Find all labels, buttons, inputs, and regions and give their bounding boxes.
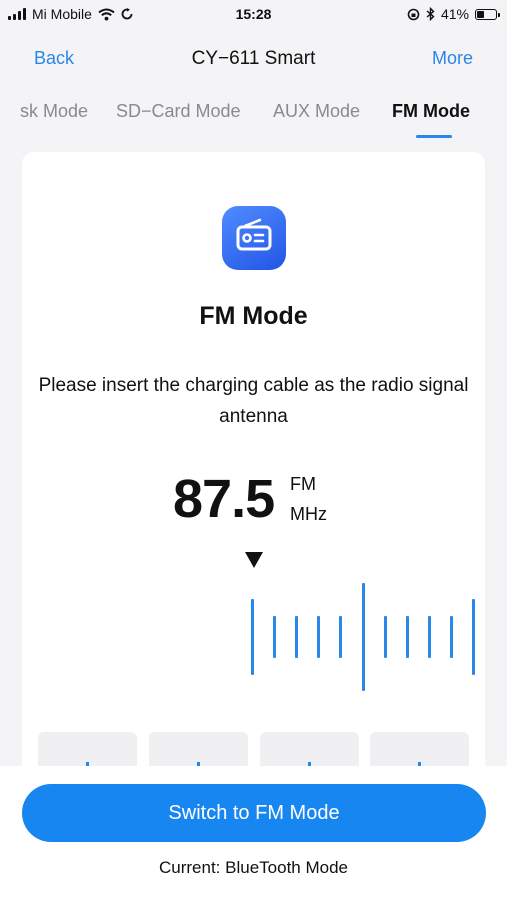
battery-percent: 41% xyxy=(440,6,469,22)
nav-bar: Back CY−611 Smart More xyxy=(0,36,507,82)
scale-tick xyxy=(362,583,365,691)
switch-mode-button[interactable]: Switch to FM Mode xyxy=(22,784,486,842)
scale-tick xyxy=(339,616,342,658)
frequency-value: 87.5 xyxy=(173,469,275,529)
status-bar: Mi Mobile 15:28 41% xyxy=(0,0,507,28)
mode-title: FM Mode xyxy=(199,302,308,330)
tab-fm-mode[interactable]: FM Mode xyxy=(392,101,470,122)
scale-tick xyxy=(317,616,320,658)
bluetooth-icon xyxy=(426,7,435,21)
frequency-band: FM xyxy=(290,474,316,494)
scale-tick xyxy=(251,599,254,675)
tab-sd-card-mode[interactable]: SD−Card Mode xyxy=(116,101,241,122)
tab-aux-mode[interactable]: AUX Mode xyxy=(273,101,360,122)
scale-tick xyxy=(472,599,475,675)
scale-tick xyxy=(273,616,276,658)
mode-tabs: sk Mode SD−Card Mode AUX Mode FM Mode xyxy=(0,94,507,138)
tuner-pointer-icon xyxy=(245,552,263,568)
page-title: CY−611 Smart xyxy=(191,48,316,69)
frequency-unit: MHz xyxy=(290,504,327,524)
radio-glyph xyxy=(236,218,272,251)
battery-icon xyxy=(475,8,500,20)
scale-tick xyxy=(406,616,409,658)
antenna-hint: Please insert the charging cable as the … xyxy=(38,375,469,427)
orientation-lock-icon xyxy=(407,8,420,20)
radio-icon xyxy=(222,206,286,270)
scale-tick xyxy=(295,616,298,658)
current-mode-label: Current: BlueTooth Mode xyxy=(159,858,348,877)
scale-tick xyxy=(384,616,387,658)
more-button[interactable]: More xyxy=(432,48,473,69)
tab-active-indicator xyxy=(416,135,452,138)
status-right: 41% xyxy=(407,6,500,22)
tab-disk-mode[interactable]: sk Mode xyxy=(20,101,88,122)
scale-tick xyxy=(450,616,453,658)
scale-tick xyxy=(428,616,431,658)
